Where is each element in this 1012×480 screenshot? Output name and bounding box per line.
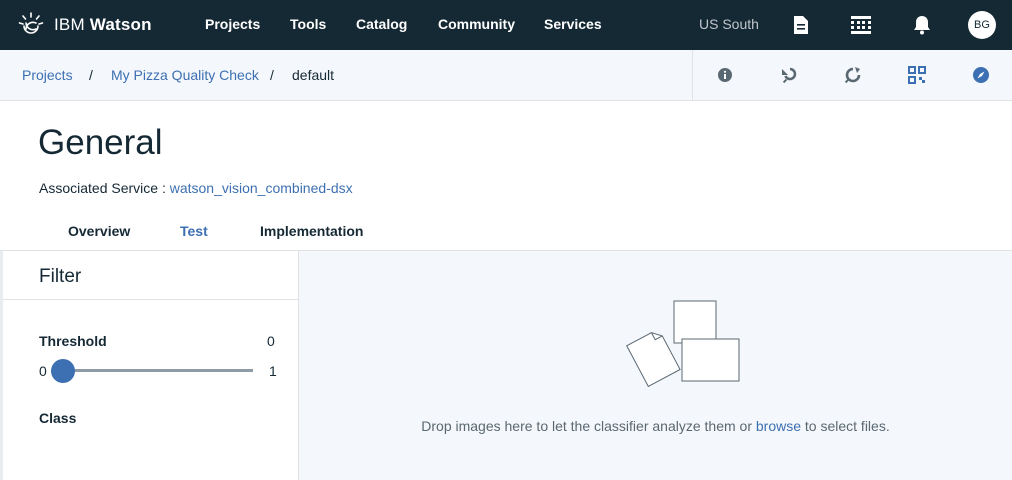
slider-min-label: 0 <box>39 363 47 379</box>
region-selector[interactable]: US South <box>699 16 759 32</box>
tab-test[interactable]: Test <box>180 223 208 252</box>
breadcrumb-current: default <box>292 67 335 83</box>
breadcrumb-project-name[interactable]: My Pizza Quality Check <box>111 67 259 83</box>
class-label: Class <box>39 410 77 426</box>
browse-link[interactable]: browse <box>756 418 801 434</box>
breadcrumb-separator: / <box>270 67 274 83</box>
breadcrumb-projects[interactable]: Projects <box>22 67 73 83</box>
drop-text-before: Drop images here to let the classifier a… <box>421 418 756 434</box>
apps-grid-icon[interactable] <box>848 12 874 38</box>
image-drop-zone[interactable]: Drop images here to let the classifier a… <box>299 251 1012 480</box>
drop-images-illustration-icon <box>626 300 740 388</box>
brand-name: Watson <box>89 15 152 34</box>
user-avatar[interactable]: BG <box>968 11 996 39</box>
tab-overview[interactable]: Overview <box>68 223 130 250</box>
threshold-slider-track[interactable] <box>63 369 253 372</box>
threshold-slider-thumb[interactable] <box>51 359 75 383</box>
associated-service-link[interactable]: watson_vision_combined-dsx <box>170 180 353 196</box>
nav-community[interactable]: Community <box>438 16 515 32</box>
notification-bell-icon[interactable] <box>909 12 935 38</box>
associated-service-label: Associated Service : <box>39 180 170 196</box>
threshold-label: Threshold <box>39 333 107 349</box>
nav-catalog[interactable]: Catalog <box>356 16 407 32</box>
drop-instructions: Drop images here to let the classifier a… <box>299 418 1012 434</box>
nav-projects[interactable]: Projects <box>205 16 260 32</box>
info-icon[interactable] <box>714 64 736 86</box>
sync-icon[interactable] <box>842 64 864 86</box>
slider-max-label: 1 <box>269 363 277 379</box>
top-navigation-bar: IBM Watson Projects Tools Catalog Commun… <box>0 0 1012 50</box>
toolbar-divider <box>692 50 693 100</box>
page-title: General <box>38 123 163 162</box>
nav-tools[interactable]: Tools <box>290 16 326 32</box>
ibm-watson-logo[interactable]: IBM Watson <box>18 12 152 38</box>
nav-services[interactable]: Services <box>544 16 602 32</box>
document-icon[interactable] <box>788 12 814 38</box>
filter-title: Filter <box>39 266 82 287</box>
filter-panel: Filter Threshold 0 0 1 Class <box>0 251 299 480</box>
watson-logo-icon <box>18 12 44 34</box>
qr-scan-icon[interactable] <box>906 64 928 86</box>
drop-text-after: to select files. <box>801 418 890 434</box>
brand-prefix: IBM <box>54 15 90 34</box>
breadcrumb-separator: / <box>89 67 93 83</box>
tab-implementation[interactable]: Implementation <box>260 223 363 250</box>
compass-icon[interactable] <box>970 64 992 86</box>
breadcrumb-bar: Projects / My Pizza Quality Check / defa… <box>0 50 1012 101</box>
threshold-value: 0 <box>267 333 275 349</box>
associated-service: Associated Service : watson_vision_combi… <box>39 180 353 196</box>
filter-divider <box>3 299 299 300</box>
refresh-icon[interactable] <box>778 64 800 86</box>
